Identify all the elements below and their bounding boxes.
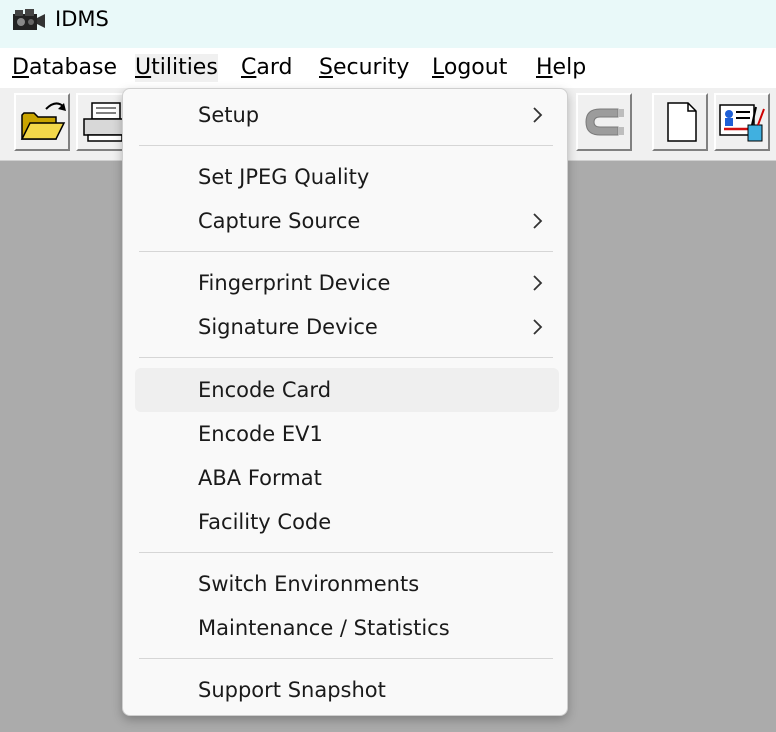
- menu-separator: [139, 251, 553, 252]
- menu-separator: [139, 357, 553, 358]
- menu-item-label: Encode EV1: [198, 422, 323, 446]
- encode-button[interactable]: [576, 93, 632, 151]
- menu-item-label: Fingerprint Device: [198, 271, 391, 295]
- window-title: IDMS: [55, 7, 109, 31]
- chevron-right-icon: [533, 275, 543, 291]
- menu-item-facility-code[interactable]: Facility Code: [135, 500, 559, 544]
- menu-item-encode-card[interactable]: Encode Card: [135, 368, 559, 412]
- menu-item-capture-source[interactable]: Capture Source: [135, 199, 559, 243]
- menu-item-maintenance-statistics[interactable]: Maintenance / Statistics: [135, 606, 559, 650]
- menu-item-label: Encode Card: [198, 378, 332, 402]
- open-button[interactable]: [14, 93, 70, 151]
- menu-database[interactable]: Database: [12, 54, 117, 82]
- utilities-dropdown-menu: Setup Set JPEG Quality Capture Source Fi…: [122, 88, 568, 716]
- chevron-right-icon: [533, 107, 543, 123]
- menu-item-fingerprint-device[interactable]: Fingerprint Device: [135, 261, 559, 305]
- film-camera-icon: [11, 8, 47, 32]
- menu-item-label: Capture Source: [198, 209, 361, 233]
- chevron-right-icon: [533, 319, 543, 335]
- menu-item-signature-device[interactable]: Signature Device: [135, 305, 559, 349]
- chevron-right-icon: [533, 213, 543, 229]
- menu-item-label: Setup: [198, 103, 260, 127]
- magnet-icon: [585, 108, 624, 136]
- menu-item-switch-environments[interactable]: Switch Environments: [135, 562, 559, 606]
- menu-security[interactable]: Security: [319, 54, 409, 82]
- menu-item-label: Switch Environments: [198, 572, 420, 596]
- menu-utilities[interactable]: Utilities: [135, 54, 218, 82]
- menu-item-label: Signature Device: [198, 315, 378, 339]
- menu-item-label: ABA Format: [198, 466, 322, 490]
- menu-item-label: Support Snapshot: [198, 678, 386, 702]
- new-document-icon: [667, 102, 697, 142]
- menu-item-label: Maintenance / Statistics: [198, 616, 450, 640]
- menu-item-encode-ev1[interactable]: Encode EV1: [135, 412, 559, 456]
- menu-separator: [139, 552, 553, 553]
- menu-item-label: Set JPEG Quality: [198, 165, 370, 189]
- menu-item-set-jpeg-quality[interactable]: Set JPEG Quality: [135, 155, 559, 199]
- menu-item-label: Facility Code: [198, 510, 332, 534]
- menu-bar: Database Utilities Card Security Logout …: [0, 48, 776, 88]
- card-design-icon: [719, 104, 765, 142]
- card-design-button[interactable]: [714, 93, 770, 151]
- menu-item-aba-format[interactable]: ABA Format: [135, 456, 559, 500]
- menu-help[interactable]: Help: [536, 54, 586, 82]
- new-document-button[interactable]: [652, 93, 708, 151]
- title-bar: IDMS: [0, 0, 776, 48]
- menu-item-setup[interactable]: Setup: [135, 93, 559, 137]
- menu-item-support-snapshot[interactable]: Support Snapshot: [135, 668, 559, 712]
- menu-separator: [139, 658, 553, 659]
- menu-logout[interactable]: Logout: [432, 54, 507, 82]
- open-folder-icon: [20, 102, 66, 140]
- menu-card[interactable]: Card: [241, 54, 292, 82]
- menu-separator: [139, 145, 553, 146]
